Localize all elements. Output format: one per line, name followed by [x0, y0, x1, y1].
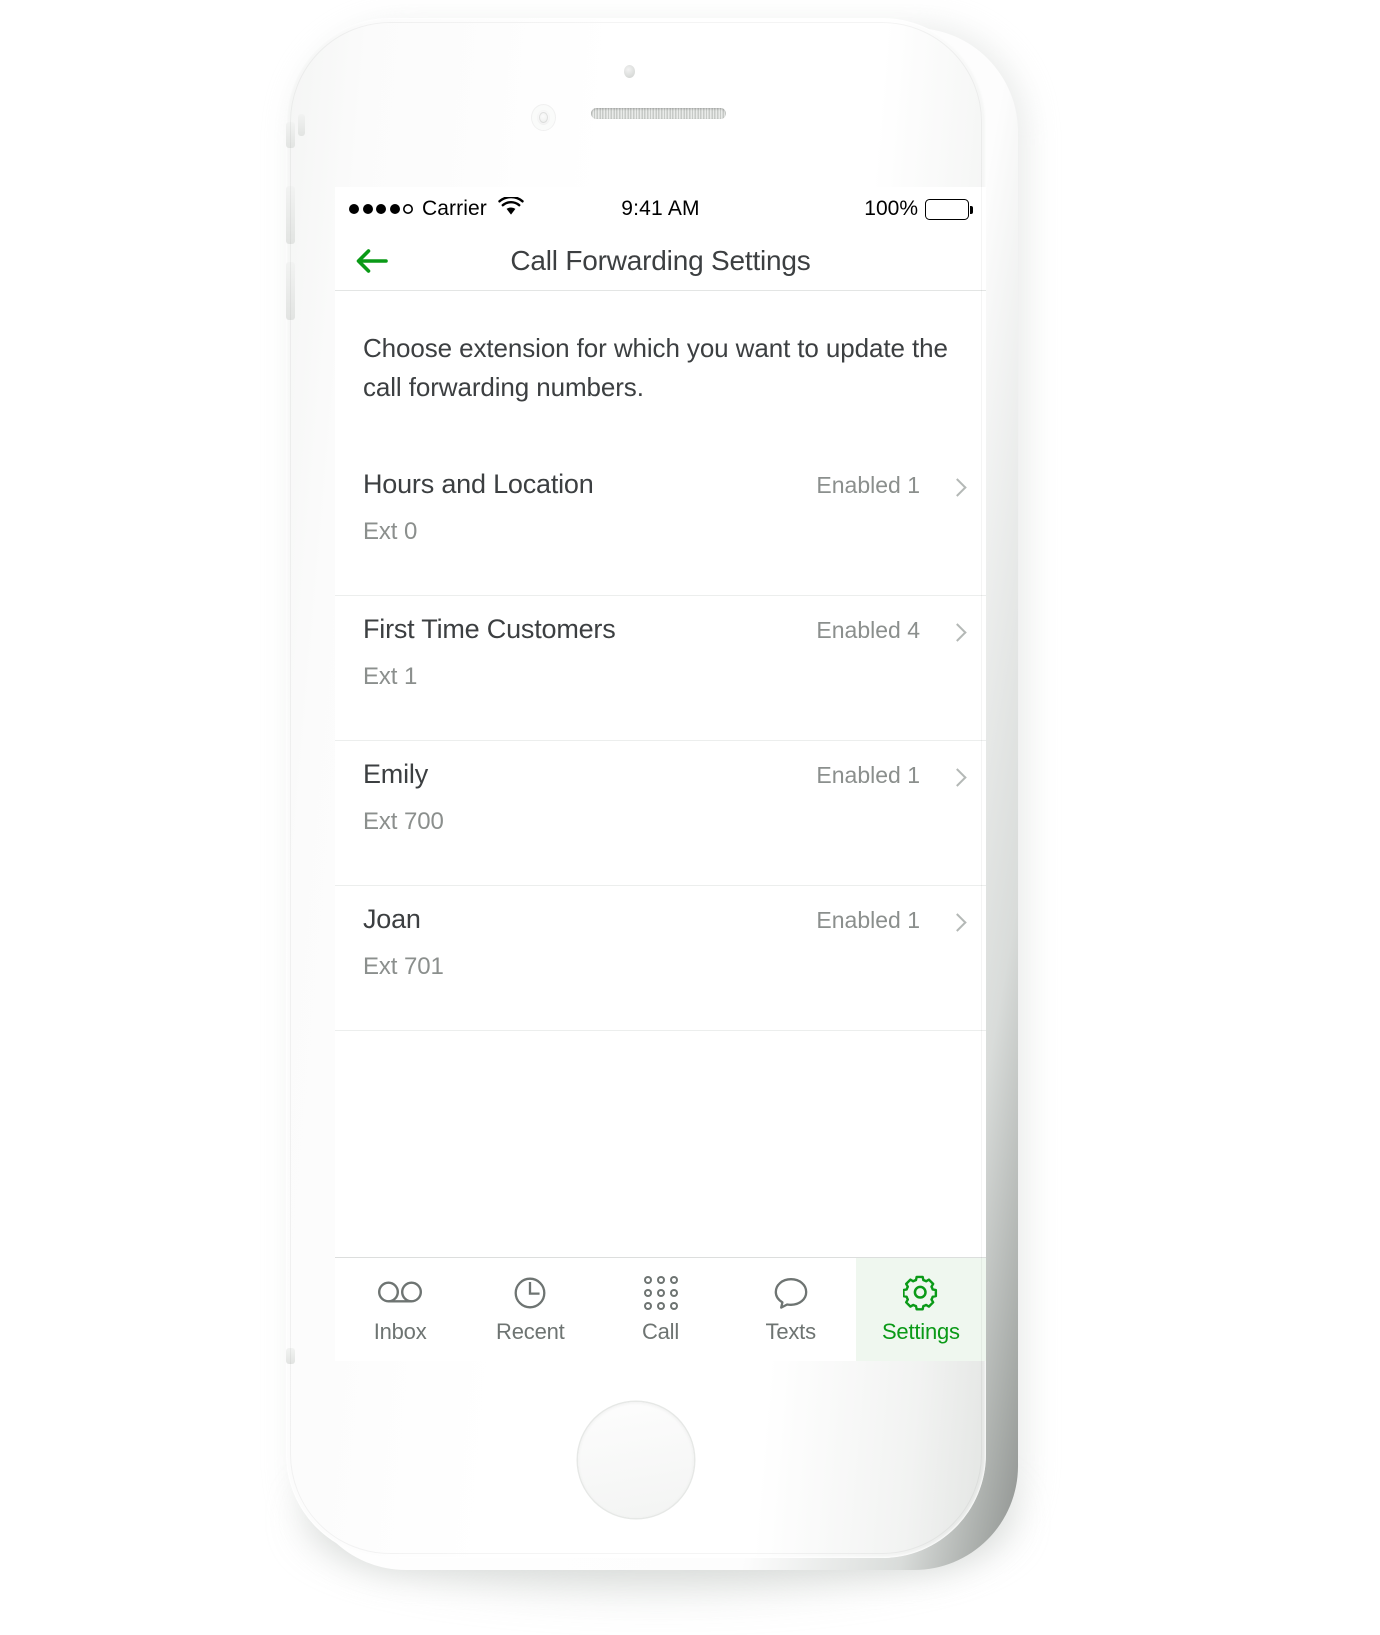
clock-icon	[513, 1274, 547, 1312]
speech-bubble-icon	[773, 1274, 809, 1312]
extension-name: Hours and Location	[363, 469, 594, 499]
list-item[interactable]: Emily Enabled 1 Ext 700	[335, 741, 986, 886]
dialpad-icon	[644, 1274, 678, 1312]
navigation-bar: Call Forwarding Settings	[335, 231, 986, 291]
phone-device: Carrier 9:41 AM 100% Call Forwarding Set…	[286, 18, 1026, 1588]
chevron-right-icon	[948, 768, 967, 787]
chevron-right-icon	[948, 478, 967, 497]
list-item-header: First Time Customers Enabled 4	[363, 614, 958, 645]
tab-inbox[interactable]: Inbox	[335, 1258, 465, 1361]
device-body: Carrier 9:41 AM 100% Call Forwarding Set…	[286, 18, 986, 1558]
front-camera-icon	[532, 105, 555, 130]
list-item-header: Joan Enabled 1	[363, 904, 958, 935]
earpiece-speaker	[591, 108, 726, 119]
battery-percent-label: 100%	[864, 197, 918, 220]
tab-texts[interactable]: Texts	[726, 1258, 856, 1361]
status-bar-right: 100%	[864, 197, 973, 221]
tab-label: Settings	[881, 1319, 960, 1344]
list-item-header: Emily Enabled 1	[363, 759, 958, 790]
back-arrow-icon	[356, 248, 388, 273]
carrier-label: Carrier	[422, 197, 487, 220]
chevron-right-icon	[948, 913, 967, 932]
list-item[interactable]: First Time Customers Enabled 4 Ext 1	[335, 596, 986, 741]
extension-number: Ext 1	[363, 663, 418, 690]
button-notch-top-left	[298, 114, 305, 136]
phone-screen: Carrier 9:41 AM 100% Call Forwarding Set…	[335, 187, 986, 1361]
extension-status: Enabled 1	[816, 472, 920, 498]
extension-number: Ext 0	[363, 518, 418, 545]
extension-status: Enabled 4	[816, 617, 920, 643]
battery-icon	[925, 198, 973, 220]
tab-call[interactable]: Call	[595, 1258, 725, 1361]
list-item[interactable]: Hours and Location Enabled 1 Ext 0	[335, 451, 986, 596]
tab-settings[interactable]: Settings	[855, 1258, 986, 1361]
back-button[interactable]	[349, 238, 395, 284]
proximity-sensor-icon	[624, 65, 635, 78]
wifi-icon	[498, 195, 524, 221]
main-content: Choose extension for which you want to u…	[335, 291, 986, 1031]
extension-status: Enabled 1	[816, 907, 920, 933]
tab-label: Texts	[765, 1319, 817, 1344]
home-button[interactable]	[578, 1402, 694, 1518]
status-bar-left: Carrier	[349, 195, 524, 221]
extension-name: Joan	[363, 904, 421, 934]
chevron-right-icon	[948, 623, 967, 642]
extension-number: Ext 700	[363, 808, 444, 835]
tab-label: Recent	[496, 1319, 565, 1344]
tab-bar: Inbox Recent Call Texts Settings	[335, 1257, 986, 1361]
volume-down-button[interactable]	[286, 262, 295, 320]
volume-up-button[interactable]	[286, 186, 295, 244]
tab-recent[interactable]: Recent	[465, 1258, 595, 1361]
bottom-left-notch	[286, 1348, 295, 1364]
tab-label: Inbox	[373, 1319, 427, 1344]
page-title: Call Forwarding Settings	[510, 244, 811, 276]
signal-strength-icon	[349, 204, 413, 214]
intro-text: Choose extension for which you want to u…	[363, 333, 948, 402]
tab-label: Call	[641, 1319, 680, 1344]
voicemail-icon	[377, 1274, 423, 1312]
list-item-header: Hours and Location Enabled 1	[363, 469, 958, 500]
silent-switch[interactable]	[286, 122, 295, 148]
extension-name: Emily	[363, 759, 428, 789]
extension-status: Enabled 1	[816, 762, 920, 788]
list-item[interactable]: Joan Enabled 1 Ext 701	[335, 886, 986, 1031]
status-bar: Carrier 9:41 AM 100%	[335, 187, 986, 231]
extension-number: Ext 701	[363, 953, 444, 980]
extension-list: Hours and Location Enabled 1 Ext 0 First…	[335, 451, 986, 1031]
extension-name: First Time Customers	[363, 614, 616, 644]
gear-icon	[902, 1274, 939, 1312]
